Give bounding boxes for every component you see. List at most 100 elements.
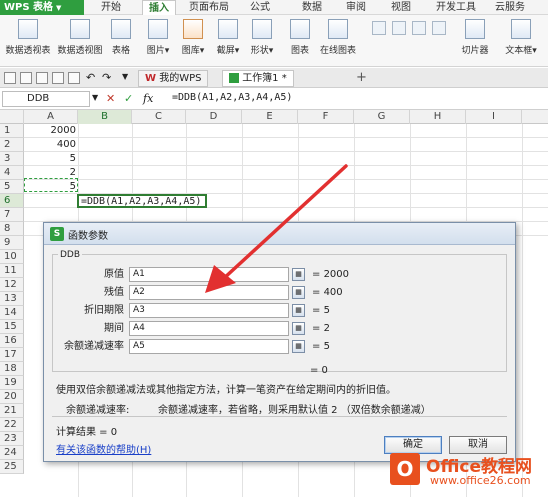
dialog-title-bar[interactable]: S 函数参数 — [44, 223, 515, 245]
row-header[interactable]: 7 — [0, 208, 24, 222]
column-header[interactable]: E — [242, 110, 298, 124]
tab-home[interactable]: 开始 — [92, 0, 130, 15]
tab-review[interactable]: 审阅 — [340, 0, 372, 15]
insert-function-icon[interactable]: fx — [143, 92, 153, 105]
collapse-dialog-icon[interactable]: ▦ — [292, 304, 305, 317]
pivot-table-button[interactable]: 数据透视表 — [4, 19, 52, 56]
new-tab-icon[interactable]: + — [356, 70, 367, 85]
cell-a3[interactable]: 5 — [24, 152, 76, 166]
row-header[interactable]: 25 — [0, 460, 24, 474]
row-header[interactable]: 15 — [0, 320, 24, 334]
print-preview-icon[interactable] — [68, 72, 80, 84]
collapse-dialog-icon[interactable]: ▦ — [292, 268, 305, 281]
new-file-icon[interactable] — [4, 72, 16, 84]
row-header[interactable]: 14 — [0, 306, 24, 320]
column-header[interactable]: H — [410, 110, 466, 124]
row-header[interactable]: 2 — [0, 138, 24, 152]
picture-icon — [148, 19, 168, 39]
picture-button[interactable]: 图片▾ — [143, 19, 173, 56]
arg-input-period[interactable]: A4 — [129, 321, 289, 336]
tab-data[interactable]: 数据 — [296, 0, 328, 15]
online-chart-button[interactable]: 在线图表 — [314, 19, 362, 56]
tab-page-layout[interactable]: 页面布局 — [184, 0, 234, 15]
sheet-icon — [229, 73, 239, 83]
redo-icon[interactable]: ↷ — [102, 71, 111, 84]
table-button[interactable]: 表格 — [108, 19, 134, 56]
cell-b6-editing[interactable]: =DDB(A1,A2,A3,A4,A5) — [77, 194, 207, 208]
bar-chart-icon[interactable] — [392, 21, 406, 35]
arg-help-label: 余额递减速率: — [66, 405, 130, 416]
column-header[interactable]: G — [354, 110, 410, 124]
arg-input-factor[interactable]: A5 — [129, 339, 289, 354]
open-file-icon[interactable] — [20, 72, 32, 84]
row-header[interactable]: 3 — [0, 152, 24, 166]
row-header[interactable]: 6 — [0, 194, 24, 208]
shapes-button[interactable]: 形状▾ — [246, 19, 278, 56]
row-header[interactable]: 10 — [0, 250, 24, 264]
column-header[interactable]: I — [466, 110, 522, 124]
row-header[interactable]: 19 — [0, 376, 24, 390]
textbox-button[interactable]: 文本框▾ — [502, 19, 540, 56]
name-box[interactable]: DDB — [2, 91, 90, 107]
arg-result: = 400 — [312, 287, 343, 298]
row-header[interactable]: 23 — [0, 432, 24, 446]
save-icon[interactable] — [36, 72, 48, 84]
line-chart-icon[interactable] — [372, 21, 386, 35]
row-header[interactable]: 16 — [0, 334, 24, 348]
chart-button[interactable]: 图表 — [288, 19, 312, 56]
row-header[interactable]: 11 — [0, 264, 24, 278]
column-header[interactable]: F — [298, 110, 354, 124]
row-header[interactable]: 24 — [0, 446, 24, 460]
row-header[interactable]: 8 — [0, 222, 24, 236]
tab-developer[interactable]: 开发工具 — [430, 0, 482, 15]
doc-tab-workbook1[interactable]: 工作簿1 * — [222, 70, 294, 87]
textbox-icon — [511, 19, 531, 39]
tab-cloud[interactable]: 云服务 — [488, 0, 532, 15]
row-header[interactable]: 22 — [0, 418, 24, 432]
tab-insert[interactable]: 插入 — [142, 0, 176, 15]
select-all-corner[interactable] — [0, 110, 24, 124]
row-header[interactable]: 12 — [0, 278, 24, 292]
row-header[interactable]: 21 — [0, 404, 24, 418]
row-header[interactable]: 18 — [0, 362, 24, 376]
formula-input[interactable]: =DDB(A1,A2,A3,A4,A5) — [172, 92, 292, 103]
tab-formulas[interactable]: 公式 — [244, 0, 276, 15]
cancel-icon[interactable]: ✕ — [106, 92, 115, 105]
row-header[interactable]: 13 — [0, 292, 24, 306]
arg-input-life[interactable]: A3 — [129, 303, 289, 318]
collapse-dialog-icon[interactable]: ▦ — [292, 340, 305, 353]
area-chart-icon[interactable] — [432, 21, 446, 35]
app-menu-button[interactable]: WPS 表格 ▼ — [0, 0, 84, 15]
cell-a1[interactable]: 2000 — [24, 124, 76, 138]
print-icon[interactable] — [52, 72, 64, 84]
arg-input-cost[interactable]: A1 — [129, 267, 289, 282]
chevron-down-icon[interactable]: ▼ — [122, 72, 128, 81]
cell-a5[interactable]: 5 — [24, 180, 76, 194]
cell-a2[interactable]: 400 — [24, 138, 76, 152]
function-help-link[interactable]: 有关该函数的帮助(H) — [56, 441, 151, 456]
row-header[interactable]: 20 — [0, 390, 24, 404]
row-header[interactable]: 9 — [0, 236, 24, 250]
gallery-button[interactable]: 图库▾ — [177, 19, 209, 56]
column-header[interactable]: A — [24, 110, 78, 124]
doc-tab-my-wps[interactable]: W 我的WPS — [138, 70, 209, 87]
undo-icon[interactable]: ↶ — [86, 71, 95, 84]
row-header[interactable]: 1 — [0, 124, 24, 138]
confirm-icon[interactable]: ✓ — [124, 92, 133, 105]
pivot-chart-button[interactable]: 数据透视图 — [56, 19, 104, 56]
slicer-button[interactable]: 切片器 — [458, 19, 492, 56]
tab-view[interactable]: 视图 — [385, 0, 417, 15]
column-header[interactable]: D — [186, 110, 242, 124]
pie-chart-icon[interactable] — [412, 21, 426, 35]
column-header[interactable]: C — [132, 110, 186, 124]
collapse-dialog-icon[interactable]: ▦ — [292, 322, 305, 335]
collapse-dialog-icon[interactable]: ▦ — [292, 286, 305, 299]
screenshot-button[interactable]: 截屏▾ — [212, 19, 244, 56]
row-header[interactable]: 17 — [0, 348, 24, 362]
online-chart-icon — [328, 19, 348, 39]
column-header[interactable]: B — [78, 110, 132, 124]
arg-input-salvage[interactable]: A2 — [129, 285, 289, 300]
chevron-down-icon[interactable]: ▼ — [92, 93, 98, 102]
row-header[interactable]: 5 — [0, 180, 24, 194]
row-header[interactable]: 4 — [0, 166, 24, 180]
